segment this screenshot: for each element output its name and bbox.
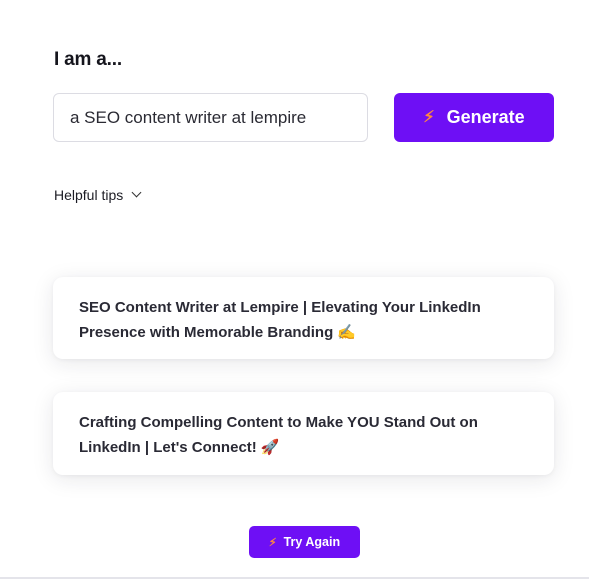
generate-button-label: Generate <box>446 107 525 127</box>
result-card[interactable]: Crafting Compelling Content to Make YOU … <box>53 392 554 475</box>
result-card[interactable]: SEO Content Writer at Lempire | Elevatin… <box>53 277 554 359</box>
lightning-icon: ⚡︎ <box>423 108 435 126</box>
writing-hand-icon: ✍️ <box>337 324 356 341</box>
chevron-down-icon <box>131 187 142 197</box>
generate-button[interactable]: ⚡︎ Generate <box>394 93 554 142</box>
helpful-tips-toggle[interactable]: Helpful tips <box>54 187 142 203</box>
helpful-tips-label: Helpful tips <box>54 187 124 203</box>
role-input[interactable] <box>53 93 368 142</box>
lightning-icon: ⚡︎ <box>268 536 277 549</box>
try-again-label: Try Again <box>283 535 341 549</box>
rocket-icon: 🚀 <box>260 439 280 456</box>
try-again-button[interactable]: ⚡︎ Try Again <box>249 526 360 558</box>
prompt-heading: I am a... <box>54 49 122 70</box>
result-text: SEO Content Writer at Lempire | Elevatin… <box>79 299 481 341</box>
